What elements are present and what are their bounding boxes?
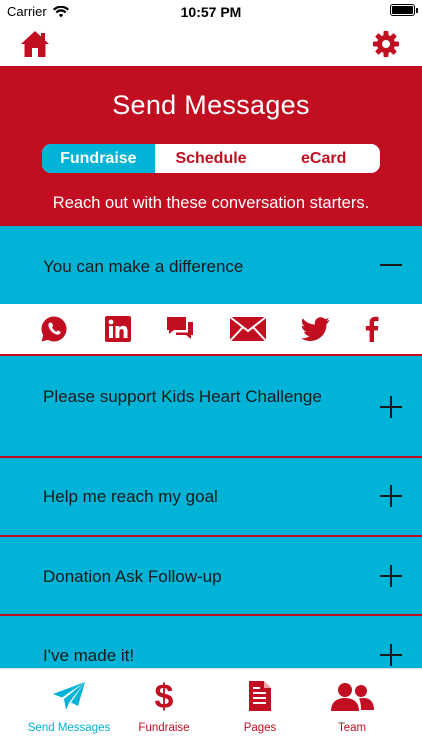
expand-icon[interactable]	[380, 485, 402, 507]
tab-label: Pages	[243, 722, 277, 734]
message-label: I've made it!	[43, 646, 135, 665]
tab-team[interactable]: Team	[312, 669, 392, 739]
home-button[interactable]	[20, 30, 50, 58]
facebook-icon	[365, 316, 379, 342]
status-time: 10:57 PM	[180, 4, 242, 20]
twitter-share-button[interactable]	[302, 315, 330, 343]
twitter-icon	[302, 317, 330, 341]
bottom-tab-bar: Send Messages $ Fundraise Pages Team	[0, 668, 422, 750]
facebook-share-button[interactable]	[362, 315, 382, 343]
message-type-segmented-control: Fundraise Schedule eCard	[42, 144, 380, 173]
settings-button[interactable]	[372, 30, 400, 58]
whatsapp-share-button[interactable]	[40, 315, 68, 343]
team-icon	[331, 683, 374, 711]
message-row-made-it[interactable]: I've made it!	[0, 616, 422, 668]
status-bar: Carrier 10:57 PM	[0, 0, 422, 22]
collapse-icon[interactable]	[380, 254, 402, 276]
message-row-support-kids-heart[interactable]: Please support Kids Heart Challenge	[0, 356, 422, 456]
tab-label: Team	[337, 722, 367, 734]
expand-icon[interactable]	[380, 644, 402, 666]
message-row-donation-follow-up[interactable]: Donation Ask Follow-up	[0, 537, 422, 614]
linkedin-share-button[interactable]	[104, 315, 132, 343]
tab-schedule[interactable]: Schedule	[155, 144, 268, 173]
email-share-button[interactable]	[229, 315, 267, 343]
send-messages-header: Send Messages Fundraise Schedule eCard R…	[0, 66, 422, 226]
message-label: Help me reach my goal	[43, 487, 218, 506]
dollar-icon: $	[155, 679, 174, 713]
header-subtitle: Reach out with these conversation starte…	[52, 194, 370, 212]
message-row-make-difference[interactable]: You can make a difference	[0, 226, 422, 304]
document-icon	[249, 681, 271, 711]
home-icon	[21, 31, 49, 57]
expand-icon[interactable]	[380, 565, 402, 587]
whatsapp-icon	[41, 316, 67, 342]
tab-label: Send Messages	[27, 722, 111, 734]
linkedin-icon	[105, 316, 131, 342]
message-label: Please support Kids Heart Challenge	[43, 387, 322, 406]
message-label: You can make a difference	[43, 257, 244, 276]
status-right	[390, 4, 418, 16]
share-options-bar	[0, 304, 422, 354]
message-row-reach-goal[interactable]: Help me reach my goal	[0, 458, 422, 535]
top-nav	[0, 22, 422, 66]
tab-ecard[interactable]: eCard	[267, 144, 380, 173]
expand-icon[interactable]	[380, 396, 402, 418]
tab-fundraise[interactable]: Fundraise	[42, 144, 155, 173]
chat-share-button[interactable]	[166, 315, 194, 343]
svg-text:$: $	[155, 679, 174, 713]
tab-fundraise-nav[interactable]: $ Fundraise	[124, 669, 204, 739]
page-title: Send Messages	[112, 90, 310, 120]
tab-pages[interactable]: Pages	[220, 669, 300, 739]
message-label: Donation Ask Follow-up	[43, 567, 222, 586]
tab-label: Fundraise	[138, 722, 190, 734]
chat-icon	[167, 317, 193, 339]
email-icon	[229, 316, 267, 342]
gear-icon	[373, 31, 399, 57]
battery-icon	[390, 4, 418, 16]
tab-send-messages[interactable]: Send Messages	[14, 669, 124, 739]
paper-plane-icon	[53, 682, 85, 710]
